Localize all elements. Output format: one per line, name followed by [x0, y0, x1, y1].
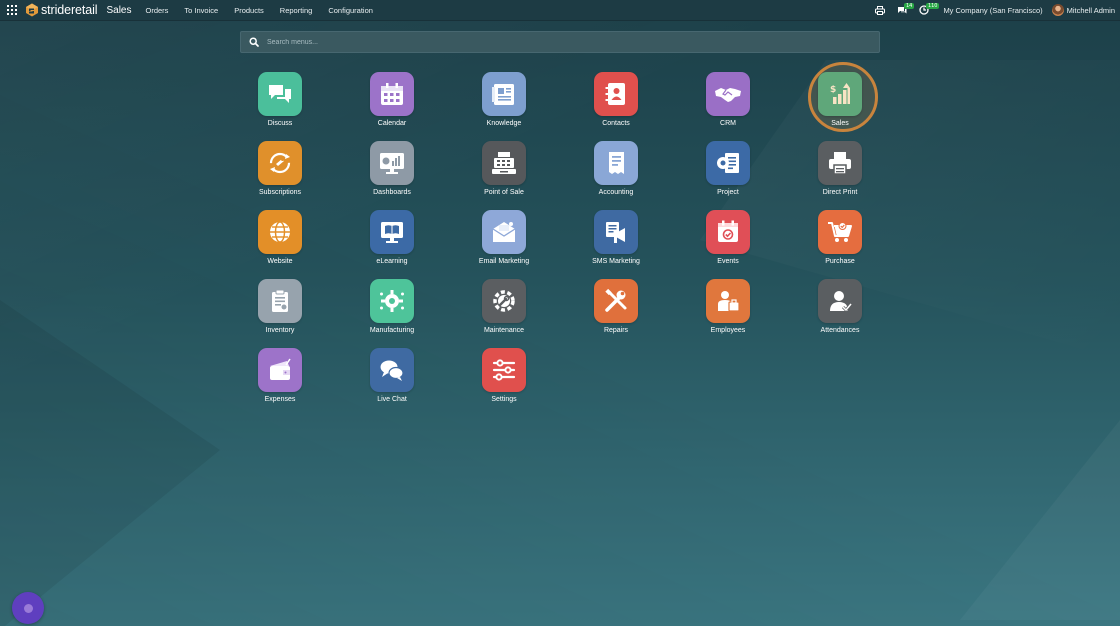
manufacturing-gear-icon [370, 279, 414, 323]
app-settings[interactable]: Settings [459, 348, 549, 412]
brand-name: strideretail [41, 3, 98, 17]
app-manufacturing[interactable]: Manufacturing [347, 279, 437, 343]
subscription-cycle-icon [258, 141, 302, 185]
handshake-icon [706, 72, 750, 116]
search-input[interactable] [267, 38, 879, 46]
app-purchase[interactable]: Purchase [795, 210, 885, 274]
sms-megaphone-icon [594, 210, 638, 254]
activities-clock-icon[interactable]: 110 [913, 0, 939, 21]
live-chat-icon [370, 348, 414, 392]
app-calendar[interactable]: Calendar [347, 72, 437, 136]
app-employees[interactable]: Employees [683, 279, 773, 343]
search-icon [241, 37, 267, 47]
messages-icon[interactable]: 14 [891, 0, 914, 21]
app-crm[interactable]: CRM [683, 72, 773, 136]
accounting-receipt-icon [594, 141, 638, 185]
app-direct-print[interactable]: Direct Print [795, 141, 885, 205]
maintenance-gear-icon [482, 279, 526, 323]
app-sales[interactable]: $ Sales [795, 72, 885, 136]
app-sms-marketing[interactable]: SMS Marketing [571, 210, 661, 274]
app-inventory[interactable]: Inventory [235, 279, 325, 343]
event-calendar-icon [706, 210, 750, 254]
app-elearning[interactable]: eLearning [347, 210, 437, 274]
background-shard [0, 300, 220, 626]
app-project[interactable]: Project [683, 141, 773, 205]
app-subscriptions[interactable]: Subscriptions [235, 141, 325, 205]
svg-text:$: $ [830, 85, 836, 95]
app-live-chat[interactable]: Live Chat [347, 348, 437, 412]
attendance-user-icon [818, 279, 862, 323]
top-navbar: strideretail Sales Orders To Invoice Pro… [0, 0, 1120, 21]
floating-assistant-button[interactable] [12, 592, 44, 624]
app-contacts[interactable]: Contacts [571, 72, 661, 136]
menu-orders[interactable]: Orders [137, 0, 176, 21]
employees-icon [706, 279, 750, 323]
contacts-book-icon [594, 72, 638, 116]
app-events[interactable]: Events [683, 210, 773, 274]
background-shard [960, 420, 1120, 620]
user-menu[interactable]: Mitchell Admin [1067, 6, 1115, 15]
dashboard-monitor-icon [370, 141, 414, 185]
brand-logo[interactable]: strideretail [25, 0, 98, 21]
app-accounting[interactable]: Accounting [571, 141, 661, 205]
assistant-dot-icon [23, 603, 33, 613]
app-website[interactable]: Website [235, 210, 325, 274]
settings-sliders-icon [482, 348, 526, 392]
wallet-icon [258, 348, 302, 392]
messages-count-badge: 14 [904, 2, 914, 9]
app-point-of-sale[interactable]: Point of Sale [459, 141, 549, 205]
brand-mark-icon [26, 3, 38, 17]
app-maintenance[interactable]: Maintenance [459, 279, 549, 343]
main-menu: Orders To Invoice Products Reporting Con… [137, 0, 380, 21]
printer-icon [818, 141, 862, 185]
envelope-icon [482, 210, 526, 254]
shopping-cart-icon [818, 210, 862, 254]
elearning-book-icon [370, 210, 414, 254]
app-dashboards[interactable]: Dashboards [347, 141, 437, 205]
app-switcher-grid-icon[interactable] [0, 0, 24, 21]
printer-icon[interactable] [869, 0, 891, 21]
menu-configuration[interactable]: Configuration [320, 0, 381, 21]
project-gear-doc-icon [706, 141, 750, 185]
chat-bubbles-icon [258, 72, 302, 116]
app-repairs[interactable]: Repairs [571, 279, 661, 343]
menu-reporting[interactable]: Reporting [272, 0, 321, 21]
app-discuss[interactable]: Discuss [235, 72, 325, 136]
activities-count-badge: 110 [926, 2, 939, 9]
company-switcher[interactable]: My Company (San Francisco) [943, 6, 1042, 15]
knowledge-book-icon [482, 72, 526, 116]
app-knowledge[interactable]: Knowledge [459, 72, 549, 136]
cash-register-icon [482, 141, 526, 185]
avatar[interactable] [1051, 4, 1064, 16]
app-attendances[interactable]: Attendances [795, 279, 885, 343]
current-app-name[interactable]: Sales [106, 5, 131, 16]
menu-to-invoice[interactable]: To Invoice [176, 0, 226, 21]
app-expenses[interactable]: Expenses [235, 348, 325, 412]
app-email-marketing[interactable]: Email Marketing [459, 210, 549, 274]
globe-icon [258, 210, 302, 254]
menu-products[interactable]: Products [226, 0, 272, 21]
calendar-icon [370, 72, 414, 116]
menu-search-bar [240, 31, 880, 53]
sales-chart-icon: $ [818, 72, 862, 116]
clipboard-icon [258, 279, 302, 323]
tools-icon [594, 279, 638, 323]
